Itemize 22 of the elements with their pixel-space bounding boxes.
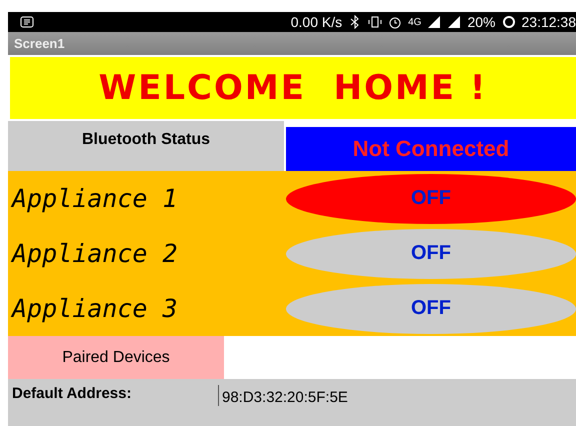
battery-percent: 20% — [467, 14, 496, 30]
welcome-banner: WELCOME HOME ! — [10, 57, 576, 119]
clock: 23:12:38 — [522, 14, 576, 30]
alarm-icon — [388, 15, 402, 29]
battery-ring-icon — [502, 15, 516, 29]
bluetooth-label: Bluetooth Status — [8, 121, 284, 171]
network-speed: 0.00 K/s — [290, 14, 342, 30]
address-field[interactable]: 98:D3:32:20:5F:5E — [218, 385, 354, 406]
appliance-name: Appliance 1 — [10, 184, 179, 213]
appliance-name: Appliance 3 — [10, 294, 179, 323]
toggle-button[interactable]: OFF — [286, 228, 576, 278]
paired-devices-button[interactable]: Paired Devices — [8, 336, 224, 379]
vibrate-icon — [368, 15, 382, 29]
bluetooth-status: Not Connected — [286, 127, 576, 171]
signal-icon — [427, 15, 442, 29]
appliance-name: Appliance 2 — [10, 239, 179, 268]
toggle-button[interactable]: OFF — [286, 284, 576, 334]
network-type: 4G — [408, 16, 422, 28]
screen-title: Screen1 — [8, 32, 576, 55]
notification-icon — [20, 15, 34, 29]
address-label: Default Address: — [11, 385, 132, 402]
signal-icon — [447, 15, 462, 29]
